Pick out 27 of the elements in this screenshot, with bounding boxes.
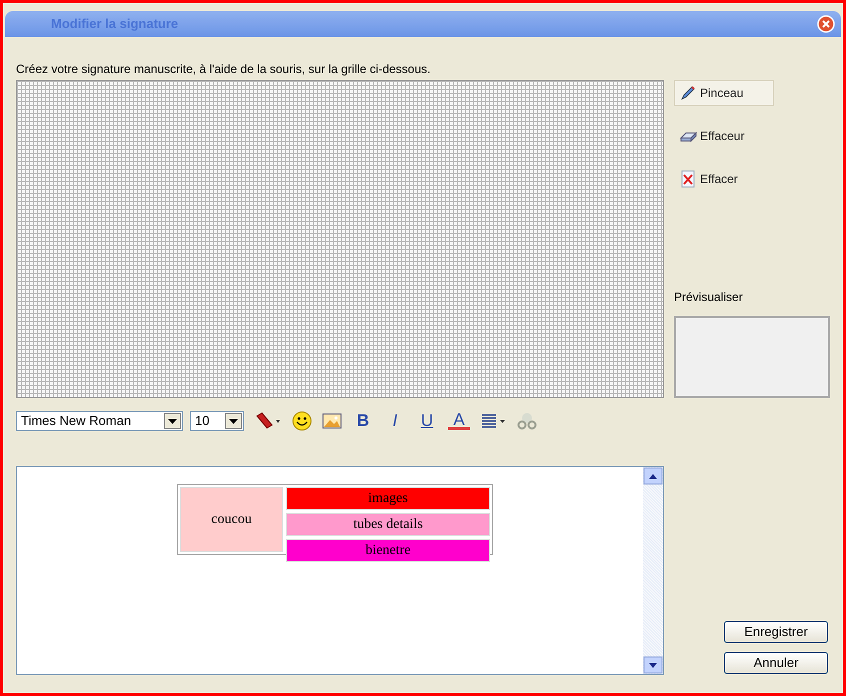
smiley-icon[interactable]: [292, 411, 312, 431]
scroll-up-icon[interactable]: [643, 467, 663, 485]
preview-label: Prévisualiser: [674, 289, 744, 306]
pencil-icon: [679, 84, 697, 102]
scrollbar[interactable]: [643, 467, 663, 674]
table-cell: bienetre: [286, 539, 490, 562]
font-dropdown[interactable]: Times New Roman: [16, 411, 183, 431]
dialog-button[interactable]: Enregistrer: [724, 621, 828, 643]
dialog-button[interactable]: Annuler: [724, 652, 828, 674]
editor-area[interactable]: coucou images tubes details bienetre: [16, 466, 664, 675]
color-button[interactable]: A: [448, 412, 470, 430]
picture-icon[interactable]: [322, 411, 342, 431]
instruction-text: Créez votre signature manuscrite, à l'aide de la souris, sur la grille ci-dessous.: [16, 61, 432, 78]
cross-icon: [679, 170, 697, 188]
table-cell: tubes details: [286, 513, 490, 536]
bold-button[interactable]: B: [352, 408, 374, 434]
table-cell: images: [286, 487, 490, 510]
table-cell: coucou: [180, 487, 283, 552]
close-icon[interactable]: [817, 15, 835, 33]
tool-button[interactable]: Pinceau: [674, 80, 774, 106]
tool-button[interactable]: Effacer: [674, 166, 774, 192]
underline-button[interactable]: U: [416, 408, 438, 434]
tool-button[interactable]: Effaceur: [674, 123, 774, 149]
window-title: Modifier la signature: [51, 15, 178, 34]
scroll-down-icon[interactable]: [643, 656, 663, 674]
size-dropdown[interactable]: 10: [190, 411, 244, 431]
italic-button[interactable]: I: [384, 408, 406, 434]
